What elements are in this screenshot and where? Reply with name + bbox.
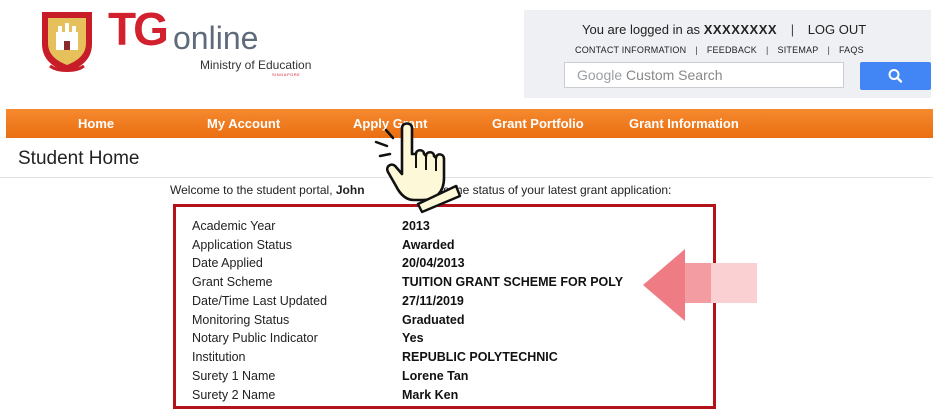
search-icon [888, 69, 903, 83]
logout-link[interactable]: LOG OUT [808, 22, 867, 37]
student-name: John [335, 183, 365, 197]
nav-grant-information[interactable]: Grant Information [629, 109, 739, 138]
separator: | [827, 45, 830, 55]
search-input[interactable]: Google Custom Search [564, 62, 844, 88]
pointing-hand-icon [374, 122, 462, 214]
status-value: Lorene Tan [402, 369, 469, 383]
logged-in-text: You are logged in as [582, 22, 701, 37]
status-label: Institution [192, 350, 246, 364]
status-value: Awarded [402, 238, 455, 252]
status-label: Notary Public Indicator [192, 331, 318, 345]
status-value: Mark Ken [402, 388, 459, 402]
feedback-link[interactable]: FEEDBACK [707, 45, 757, 55]
search-button[interactable] [860, 62, 931, 90]
ministry-label: Ministry of Education [200, 58, 312, 72]
separator: | [695, 45, 698, 55]
nav-home[interactable]: Home [78, 109, 114, 138]
logo-online: online [173, 20, 259, 56]
status-value: 27/11/2019 [402, 294, 464, 308]
status-label: Grant Scheme [192, 275, 273, 289]
nav-my-account[interactable]: My Account [207, 109, 280, 138]
separator: | [790, 22, 795, 37]
grant-status-panel: Academic Year 2013 Application Status Aw… [173, 204, 716, 409]
faqs-link[interactable]: FAQS [839, 45, 864, 55]
status-value: TUITION GRANT SCHEME FOR POLY [402, 275, 624, 289]
status-label: Date/Time Last Updated [192, 294, 328, 308]
status-value: Yes [402, 331, 424, 345]
status-label: Application Status [192, 238, 293, 252]
status-label: Monitoring Status [192, 313, 290, 327]
moe-crest-icon [42, 12, 92, 72]
status-value: 2013 [402, 219, 430, 233]
contact-information-link[interactable]: CONTACT INFORMATION [575, 45, 686, 55]
status-value: REPUBLIC POLYTECHNIC [402, 350, 558, 364]
nav-grant-portfolio[interactable]: Grant Portfolio [492, 109, 584, 138]
utility-links: CONTACT INFORMATION | FEEDBACK | SITEMAP | FAQ… [575, 45, 864, 55]
sitemap-link[interactable]: SITEMAP [778, 45, 819, 55]
status-label: Date Applied [192, 256, 263, 270]
status-label: Academic Year [192, 219, 276, 233]
status-label: Surety 2 Name [192, 388, 276, 402]
page-title: Student Home [18, 148, 140, 169]
logo-tg: TG [108, 3, 169, 55]
login-panel: You are logged in as XXXXXXXX | LOG OUT … [524, 10, 931, 98]
left-arrow-icon [643, 249, 757, 321]
status-value: Graduated [402, 313, 465, 327]
status-value: 20/04/2013 [402, 256, 465, 270]
status-label: Surety 1 Name [192, 369, 276, 383]
ministry-sub-label: SINGAPORE [272, 72, 301, 77]
google-label: Google [577, 67, 623, 83]
search-placeholder: Custom Search [626, 67, 723, 83]
separator: | [765, 45, 769, 55]
welcome-text: Welcome to the student portal, [170, 183, 336, 197]
login-status: You are logged in as XXXXXXXX | LOG OUT [582, 22, 866, 37]
username: XXXXXXXX [703, 22, 778, 37]
